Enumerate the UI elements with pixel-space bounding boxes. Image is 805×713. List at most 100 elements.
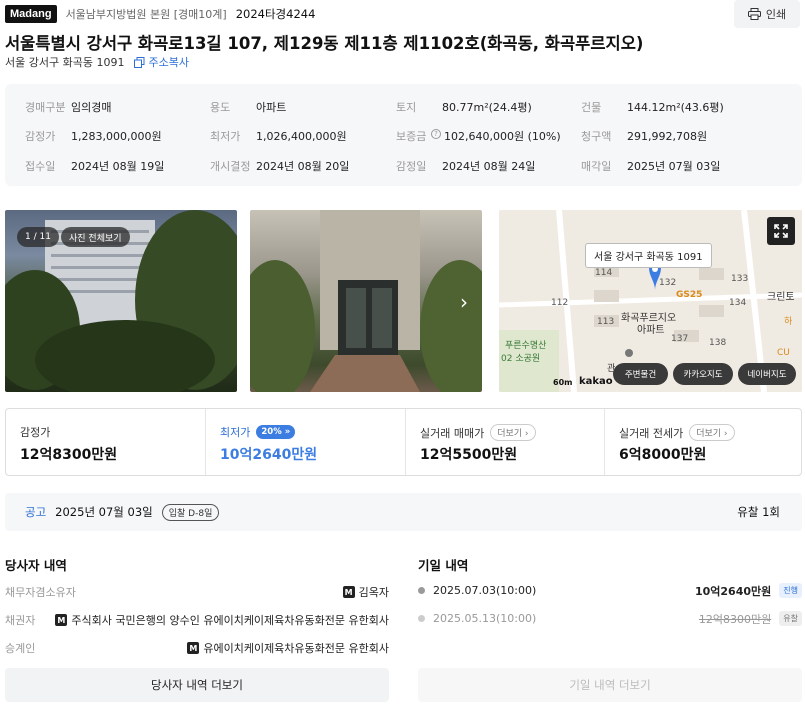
dday-badge: 입찰 D-8일	[161, 503, 220, 521]
info-value: 102,640,000원 (10%)	[444, 130, 561, 143]
map-place-type: 아파트	[637, 325, 665, 336]
map-label: 134	[729, 298, 747, 308]
map-scale: 60m	[553, 378, 573, 387]
nearby-items-button[interactable]: 주변물건	[613, 363, 668, 385]
property-photo-1[interactable]: 1 / 11 사진 전체보기	[5, 210, 237, 392]
naver-map-button[interactable]: 네이버지도	[738, 363, 796, 385]
info-cell: 토지 80.77m²(24.4평)	[396, 99, 532, 115]
copy-address-label: 주소복사	[148, 56, 189, 69]
map-label: 114	[595, 268, 613, 278]
info-key: 청구액	[581, 130, 612, 143]
bullet-icon	[418, 587, 425, 594]
info-cell: 보증금? 102,640,000원 (10%)	[396, 128, 561, 144]
party-row: 채권자 M 주식회사 국민은행의 양수인 유에이치케이제육차유동화전문 유한회사	[5, 612, 389, 628]
lease-price: 실거래 전세가 더보기 › 6억8000만원	[604, 409, 801, 475]
top-bar: Madang 서울남부지방법원 본원 [경매10계] 2024타경4244 인쇄	[5, 0, 800, 28]
parties-title: 당사자 내역	[5, 558, 67, 573]
property-photo-2[interactable]: ›	[250, 210, 482, 392]
case-info-panel: 경매구분 임의경매 용도 아파트 토지 80.77m²(24.4평) 건물 144.12…	[5, 84, 802, 186]
map-label: 133	[731, 274, 749, 284]
map-label-park: 02 소공원	[501, 354, 541, 364]
history-row: 2025.05.13(10:00) 12억8300만원 유찰	[418, 611, 802, 626]
notice-label: 공고	[25, 505, 47, 519]
price-value: 12억5500만원	[420, 447, 518, 463]
info-key: 경매구분	[25, 101, 66, 114]
print-button[interactable]: 인쇄	[734, 0, 800, 28]
entrance-photo	[250, 210, 482, 392]
trade-more-button[interactable]: 더보기 ›	[490, 424, 536, 441]
view-all-photos-button[interactable]: 사진 전체보기	[61, 227, 130, 247]
history-more-button[interactable]: 기일 내역 더보기	[418, 668, 802, 702]
lease-more-button[interactable]: 더보기 ›	[689, 424, 735, 441]
member-icon: M	[342, 586, 355, 598]
appraisal-price: 감정가 12억8300만원	[20, 409, 205, 475]
auction-result: 유찰 1회	[737, 505, 780, 519]
page-title: 서울특별시 강서구 화곡로13길 107, 제129동 제11층 제1102호(…	[5, 34, 644, 53]
copy-icon	[134, 56, 145, 68]
map-address-callout: 서울 강서구 화곡동 1091	[585, 243, 712, 268]
history-row: 2025.07.03(10:00) 10억2640만원 진행	[418, 583, 802, 598]
info-key: 토지	[396, 101, 417, 114]
info-cell: 감정가 1,283,000,000원	[25, 128, 162, 144]
minimum-price: 최저가 20% » 10억2640만원	[205, 409, 405, 475]
location-map[interactable]: 114 132 133 112 113 137 138 GS25 크린토 푸른수…	[499, 210, 802, 392]
map-label: 하	[784, 317, 793, 327]
discount-badge: 20% »	[256, 425, 296, 439]
party-role: 채무자겸소유자	[5, 586, 76, 599]
history-date: 2025.07.03(10:00)	[433, 584, 537, 597]
info-key: 개시결정	[210, 160, 251, 173]
bullet-icon	[418, 615, 425, 622]
price-label: 감정가	[20, 426, 51, 439]
map-label: 138	[709, 338, 727, 348]
kakao-logo: kakao	[579, 376, 613, 387]
info-cell: 접수일 2024년 08월 19일	[25, 158, 164, 174]
price-label: 실거래 전세가	[619, 426, 684, 440]
printer-icon	[747, 8, 761, 20]
trade-price: 실거래 매매가 더보기 › 12억5500만원	[405, 409, 604, 475]
more-label: 더보기	[497, 429, 523, 439]
party-row: 채무자겸소유자 M 김옥자	[5, 584, 389, 600]
info-value: 2025년 07월 03일	[627, 160, 721, 173]
notice-date: 2025년 07월 03일	[55, 505, 153, 519]
info-value: 임의경매	[71, 101, 112, 114]
info-value: 2024년 08월 19일	[71, 160, 165, 173]
case-number: 2024타경4244	[235, 7, 316, 21]
info-cell: 건물 144.12m²(43.6평)	[581, 99, 724, 115]
expand-icon	[774, 224, 788, 238]
expand-map-button[interactable]	[767, 217, 795, 245]
map-label-gs25: GS25	[676, 290, 703, 300]
price-summary: 감정가 12억8300만원 최저가 20% » 10억2640만원 실거래 매매가…	[5, 408, 802, 476]
help-icon[interactable]: ?	[431, 129, 441, 139]
info-value: 아파트	[256, 101, 287, 114]
info-cell: 경매구분 임의경매	[25, 99, 111, 115]
info-value: 291,992,708원	[627, 130, 708, 143]
map-label: 113	[597, 317, 615, 327]
info-key: 최저가	[210, 130, 241, 143]
info-cell: 감정일 2024년 08월 24일	[396, 158, 535, 174]
status-badge: 진행	[779, 583, 802, 598]
more-label: 더보기	[696, 429, 722, 439]
jibun-address-row: 서울 강서구 화곡동 1091 주소복사	[5, 54, 189, 70]
map-label-cu: CU	[777, 348, 790, 358]
next-photo-arrow-icon[interactable]: ›	[460, 290, 468, 314]
info-cell: 용도 아파트	[210, 99, 286, 115]
history-price: 10억2640만원	[694, 584, 772, 598]
map-label-park: 푸른수명산	[505, 341, 547, 351]
parties-more-button[interactable]: 당사자 내역 더보기	[5, 668, 389, 702]
notice-bar: 공고 2025년 07월 03일 입찰 D-8일 유찰 1회	[5, 493, 802, 531]
history-price: 12억8300만원	[698, 612, 772, 626]
price-label: 최저가	[220, 426, 251, 439]
info-cell: 매각일 2025년 07월 03일	[581, 158, 720, 174]
print-label: 인쇄	[765, 8, 787, 21]
info-cell: 청구액 291,992,708원	[581, 128, 707, 144]
info-value: 144.12m²(43.6평)	[627, 101, 724, 114]
double-chevron-down-icon: »	[284, 427, 291, 437]
member-icon: M	[55, 614, 68, 626]
party-name: 김옥자	[358, 586, 389, 599]
history-date: 2025.05.13(10:00)	[433, 612, 537, 625]
map-label: 112	[551, 298, 569, 308]
jibun-address: 서울 강서구 화곡동 1091	[5, 56, 125, 69]
copy-address-button[interactable]: 주소복사	[134, 54, 189, 70]
info-value: 1,026,400,000원	[256, 130, 347, 143]
kakao-map-button[interactable]: 카카오지도	[673, 363, 733, 385]
